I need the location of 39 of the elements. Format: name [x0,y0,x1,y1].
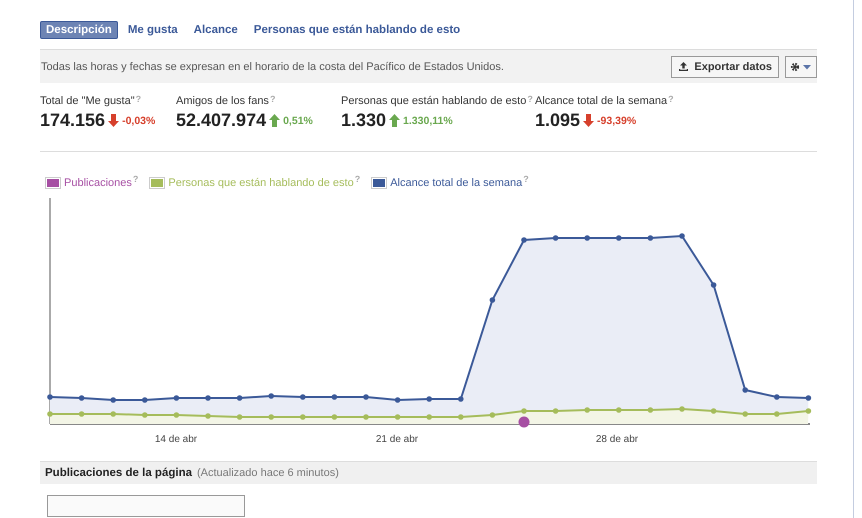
help-icon: ? [136,95,142,104]
legend-label: Personas que están hablando de esto [168,177,354,189]
settings-icon [790,62,800,71]
legend-label: Publicaciones [64,177,132,189]
settings-button[interactable] [785,56,817,78]
stat-label: Alcance total de la semana [535,95,668,107]
stat-label: Amigos de los fans [176,95,269,107]
stat-change: -0,03% [122,114,156,126]
update-note: (Actualizado hace 6 minutos) [197,467,339,479]
stat-value: 52.407.974 [176,110,266,131]
stat-change: 0,51% [283,114,313,126]
tab[interactable]: Me gusta [122,21,184,39]
tab[interactable]: Alcance [188,21,244,39]
stat-value: 174.156 [40,110,106,131]
section-title: Publicaciones de la página [45,467,192,479]
help-icon: ? [523,175,529,184]
axis-label: 14 de abr [154,434,198,445]
help-icon: ? [354,175,360,184]
legend-label: Alcance total de la semana [390,177,522,189]
caret-icon [803,64,811,69]
help-icon: ? [132,175,138,184]
help-icon: ? [668,95,674,104]
stat-change: -93,39% [597,114,636,126]
stat-value: 1.095 [535,110,580,131]
timezone-notice: Todas las horas y fechas se expresan en el horario de la costa del Pacífico de Estados Unidos. [41,60,505,72]
help-icon: ? [527,95,533,104]
export-button[interactable]: Exportar datos [671,56,779,78]
stat-value: 1.330 [341,110,386,131]
tab[interactable]: Personas que están hablando de esto [248,21,466,39]
stat-label: Total de "Me gusta" [40,95,135,107]
axis-label: 21 de abr [376,434,418,445]
help-icon: ? [270,95,276,104]
upload-icon [678,61,690,72]
filter-dropdown[interactable] [47,495,245,517]
tab[interactable]: Descripción [40,21,118,39]
stat-label: Personas que están hablando de esto [341,95,526,107]
axis-label: 28 de abr [596,434,638,445]
post-marker [518,416,530,428]
stat-change: 1.330,11% [403,114,453,126]
